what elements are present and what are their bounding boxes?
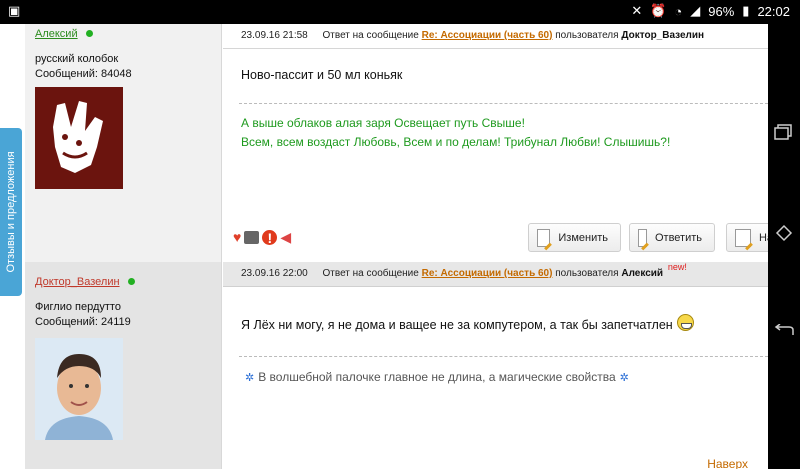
status-bar: ▣ ✕ ⏰ ◔ ◢ 96% ▮ 22:02 (0, 0, 800, 24)
snowflake-icon: ✲ (245, 372, 255, 384)
post-signature: ✲ В волшебной палочке главное не длина, а… (241, 368, 633, 388)
post-body: 23.09.16 22:00 Ответ на сообщение Re: Ас… (223, 262, 768, 469)
reply-prefix: Ответ на сообщение (322, 268, 419, 279)
navigation-bar (768, 24, 800, 469)
quote-button-label: На (758, 231, 768, 244)
reply-user-prefix: пользователя (555, 30, 619, 41)
post-date: 23.09.16 22:00 (241, 268, 308, 279)
author-post-count: Сообщений: 24119 (35, 316, 131, 328)
like-heart-icon[interactable]: ♥ (233, 229, 241, 245)
signature-divider (239, 103, 768, 104)
forum-thread: Алексий русский колобок Сообщений: 84048… (0, 24, 768, 469)
alarm-icon: ⏰ (650, 3, 667, 18)
reply-button[interactable]: Ответить (629, 223, 715, 252)
signature-divider (239, 356, 768, 357)
feedback-tab-label: Отзывы и предложения (5, 151, 17, 273)
back-button[interactable] (768, 323, 800, 343)
forum-post: Доктор_Вазелин Фиглио пердутто Сообщений… (25, 262, 768, 469)
mute-icon: ✕ (631, 3, 643, 18)
avatar (35, 338, 123, 440)
grin-smiley-icon (676, 314, 694, 331)
post-signature: А выше облаков алая заря Освещает путь С… (241, 114, 670, 152)
author-username-link[interactable]: Доктор_Вазелин (35, 276, 135, 288)
reply-topic-link[interactable]: Re: Ассоциации (часть 60) (422, 30, 553, 41)
author-post-count: Сообщений: 84048 (35, 68, 132, 80)
post-header: 23.09.16 22:00 Ответ на сообщение Re: Ас… (223, 262, 768, 287)
post-author-panel: Доктор_Вазелин Фиглио пердутто Сообщений… (25, 262, 222, 469)
post-date: 23.09.16 21:58 (241, 30, 308, 41)
quote-icon (735, 228, 751, 247)
new-badge: new! (667, 262, 687, 272)
post-author-panel: Алексий русский колобок Сообщений: 84048 (25, 24, 222, 262)
print-icon[interactable] (244, 230, 260, 244)
quote-button[interactable]: На (726, 223, 768, 252)
edit-icon (537, 228, 551, 247)
author-title: русский колобок (35, 53, 119, 65)
signature-line: Всем, всем воздаст Любовь, Всем и по дел… (241, 135, 671, 149)
author-username-link[interactable]: Алексий (35, 28, 93, 40)
megaphone-icon[interactable]: ◀ (280, 229, 291, 245)
post-body: 23.09.16 21:58 Ответ на сообщение Re: Ас… (223, 24, 768, 262)
post-actions-icons: ♥ ! ◀ (233, 229, 291, 246)
edit-button[interactable]: Изменить (528, 223, 621, 252)
image-notification-icon: ▣ (8, 3, 21, 18)
reply-user-prefix: пользователя (555, 268, 619, 279)
reply-topic-link[interactable]: Re: Ассоциации (часть 60) (422, 268, 553, 279)
battery-level: 96% (708, 3, 735, 19)
online-status-icon (127, 277, 135, 285)
online-status-icon (85, 29, 93, 37)
author-title: Фиглио пердутто (35, 301, 121, 313)
edit-button-label: Изменить (558, 231, 608, 244)
back-to-top-link[interactable]: Наверх (707, 457, 748, 469)
reply-prefix: Ответ на сообщение (322, 30, 419, 41)
avatar (35, 87, 123, 189)
feedback-tab[interactable]: Отзывы и предложения (0, 128, 22, 296)
signature-line: А выше облаков алая заря Освещает путь С… (241, 116, 525, 130)
reply-icon (638, 228, 647, 247)
home-button[interactable] (768, 224, 800, 247)
signature-line: В волшебной палочке главное не длина, а … (258, 370, 616, 384)
post-text: Я Лёх ни могу, я не дома и ващее не за к… (241, 314, 694, 334)
reply-user: Алексий (621, 268, 664, 279)
notification-icons: ▣ (8, 3, 20, 19)
reply-button-label: Ответить (654, 231, 702, 244)
battery-icon: ▮ (742, 3, 750, 18)
clock: 22:02 (757, 3, 790, 19)
post-text-content: Я Лёх ни могу, я не дома и ващее не за к… (241, 317, 673, 332)
post-header: 23.09.16 21:58 Ответ на сообщение Re: Ас… (223, 24, 768, 49)
forum-post: Алексий русский колобок Сообщений: 84048… (25, 24, 768, 262)
report-alert-icon[interactable]: ! (262, 229, 278, 246)
post-text: Ново-пассит и 50 мл коньяк (241, 68, 403, 82)
reply-user: Доктор_Вазелин (621, 30, 705, 41)
signal-icon: ◢ (690, 3, 701, 18)
snowflake-icon: ✲ (619, 372, 629, 384)
system-icons: ✕ ⏰ ◔ ◢ 96% ▮ 22:02 (631, 3, 790, 19)
wifi-icon: ◔ (674, 3, 683, 19)
recent-apps-button[interactable] (768, 124, 800, 145)
